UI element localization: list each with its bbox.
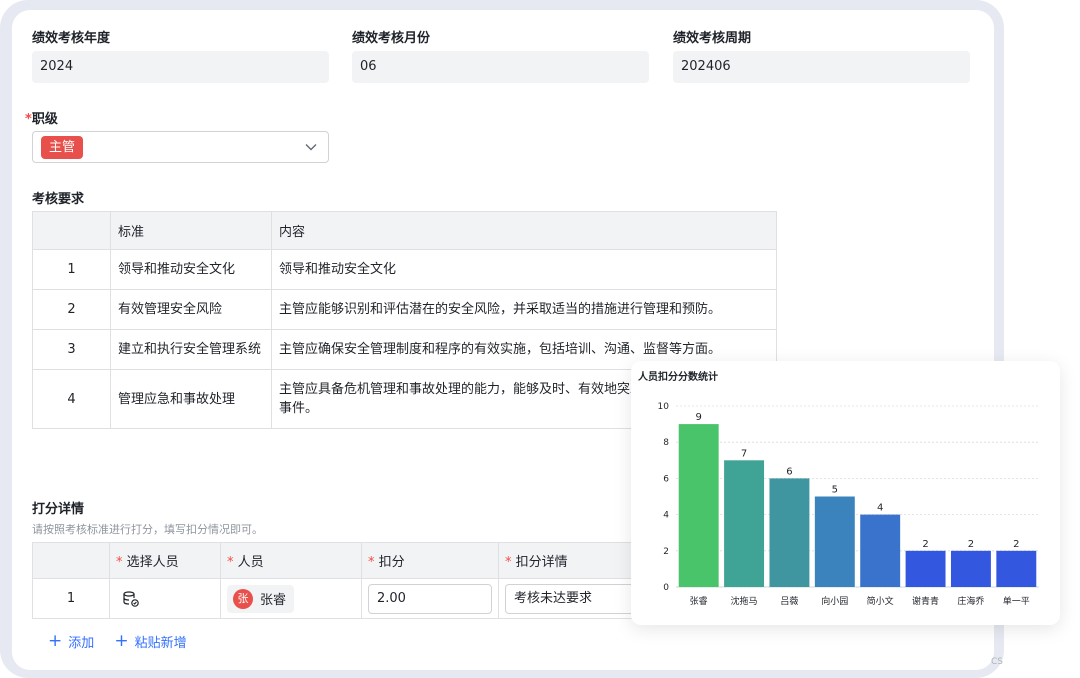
y-tick-label: 10: [658, 402, 670, 412]
month-label: 绩效考核月份: [352, 31, 431, 46]
row-index: 1: [32, 249, 111, 290]
x-tick-label: 吕薇: [780, 595, 798, 607]
rank-label: *职级: [25, 108, 58, 127]
paste-add-button[interactable]: + 粘贴新增: [114, 631, 187, 652]
month-field[interactable]: 06: [352, 51, 649, 83]
x-tick-label: 简小文: [867, 595, 894, 607]
bar-value-label: 2: [922, 539, 928, 550]
row-index: 2: [32, 289, 111, 330]
bar-value-label: 2: [968, 539, 974, 550]
column-header-content: 内容: [271, 211, 777, 250]
score-cell: 2.00: [361, 578, 499, 619]
year-label: 绩效考核年度: [32, 31, 111, 46]
column-label: 扣分: [378, 555, 405, 570]
column-label: 选择人员: [126, 555, 179, 570]
column-header-index: [32, 542, 110, 579]
bar: [996, 550, 1037, 587]
y-tick-label: 6: [663, 474, 669, 484]
person-chip[interactable]: 张 张睿: [227, 584, 295, 613]
plus-icon: +: [48, 631, 63, 651]
bar: [814, 496, 855, 587]
x-tick-label: 庄海乔: [957, 595, 984, 607]
x-tick-label: 沈拖马: [731, 595, 758, 607]
table-row: 2 有效管理安全风险 主管应能够识别和评估潜在的安全风险，并采取适当的措施进行管…: [32, 289, 777, 330]
table-header-row: * 选择人员 * 人员 * 扣分 * 扣分详情: [32, 542, 642, 579]
column-header-index: [32, 211, 111, 250]
requirements-title: 考核要求: [32, 192, 85, 207]
rank-select[interactable]: 主管: [32, 131, 329, 163]
detail-cell: 考核未达要求: [498, 578, 642, 619]
detail-input[interactable]: 考核未达要求: [505, 583, 635, 614]
scoring-table: * 选择人员 * 人员 * 扣分 * 扣分详情 1 张 张睿 2.00 考核未达…: [32, 542, 642, 619]
row-index: 1: [32, 578, 110, 619]
chart-card: 人员扣分分数统计 0 2 4 6 8 10 9 张睿 7 沈拖马 6 吕薇 5 向小园 4 简小文 2 谢青青 2 庄…: [631, 361, 1060, 625]
bar: [860, 514, 901, 587]
rank-label-text: 职级: [31, 112, 58, 127]
bar-value-label: 7: [741, 448, 747, 459]
required-mark: *: [116, 555, 123, 570]
y-tick-label: 8: [663, 438, 669, 448]
y-tick-label: 2: [663, 547, 669, 557]
column-label: 扣分详情: [515, 555, 568, 570]
bar: [769, 478, 810, 587]
column-header-select-person: * 选择人员: [109, 542, 221, 579]
x-tick-label: 张睿: [690, 595, 708, 607]
row-standard: 领导和推动安全文化: [110, 249, 272, 290]
bar-value-label: 2: [1013, 539, 1019, 550]
period-field[interactable]: 202406: [673, 51, 970, 83]
bar: [678, 424, 719, 587]
table-header-row: 标准 内容: [32, 211, 777, 250]
x-tick-label: 单一平: [1003, 595, 1030, 607]
column-header-detail: * 扣分详情: [498, 542, 642, 579]
bar: [950, 550, 991, 587]
bar: [724, 460, 765, 587]
scoring-title: 打分详情: [32, 502, 85, 517]
y-tick-label: 4: [663, 511, 669, 521]
bar-value-label: 9: [696, 412, 702, 423]
select-person-cell: [109, 578, 221, 619]
add-row-button[interactable]: + 添加: [48, 631, 95, 652]
required-mark: *: [25, 112, 32, 127]
bar: [905, 550, 946, 587]
row-content: 领导和推动安全文化: [271, 249, 777, 290]
x-tick-label: 向小园: [821, 595, 848, 607]
table-row: 1 张 张睿 2.00 考核未达要求: [32, 578, 642, 619]
row-standard: 管理应急和事故处理: [110, 369, 272, 429]
bar-value-label: 6: [786, 466, 792, 477]
add-row-label: 添加: [68, 636, 95, 651]
y-tick-label: 0: [663, 583, 669, 593]
year-field[interactable]: 2024: [32, 51, 329, 83]
row-standard: 建立和执行安全管理系统: [110, 329, 272, 370]
bar-value-label: 4: [877, 503, 883, 514]
bar-chart: 0 2 4 6 8 10 9 张睿 7 沈拖马 6 吕薇 5 向小园 4 简小文 2 谢青青 2 庄海乔 2 单一平: [658, 402, 1039, 607]
x-tick-label: 谢青青: [912, 595, 939, 607]
row-content: 主管应能够识别和评估潜在的安全风险，并采取适当的措施进行管理和预防。: [271, 289, 777, 330]
chevron-down-icon: [305, 144, 317, 151]
score-input[interactable]: 2.00: [368, 583, 492, 614]
database-user-icon[interactable]: [122, 590, 140, 608]
column-header-person: * 人员: [220, 542, 362, 579]
paste-add-label: 粘贴新增: [134, 636, 187, 651]
scoring-hint: 请按照考核标准进行打分，填写扣分情况即可。: [32, 523, 263, 536]
required-mark: *: [505, 555, 512, 570]
scoring-actions: + 添加 + 粘贴新增: [48, 631, 203, 652]
row-index: 3: [32, 329, 111, 370]
rank-tag: 主管: [41, 136, 84, 159]
avatar: 张: [233, 588, 253, 609]
required-mark: *: [368, 555, 375, 570]
column-header-score: * 扣分: [361, 542, 499, 579]
column-label: 人员: [237, 555, 264, 570]
row-index: 4: [32, 369, 111, 429]
bar-value-label: 5: [832, 485, 838, 496]
column-header-standard: 标准: [110, 211, 272, 250]
row-standard: 有效管理安全风险: [110, 289, 272, 330]
person-name: 张睿: [260, 593, 287, 608]
person-cell: 张 张睿: [220, 578, 362, 619]
watermark: CS: [991, 657, 1003, 667]
plus-icon: +: [114, 631, 129, 651]
table-row: 1 领导和推动安全文化 领导和推动安全文化: [32, 249, 777, 290]
required-mark: *: [227, 555, 234, 570]
period-label: 绩效考核周期: [673, 31, 752, 46]
